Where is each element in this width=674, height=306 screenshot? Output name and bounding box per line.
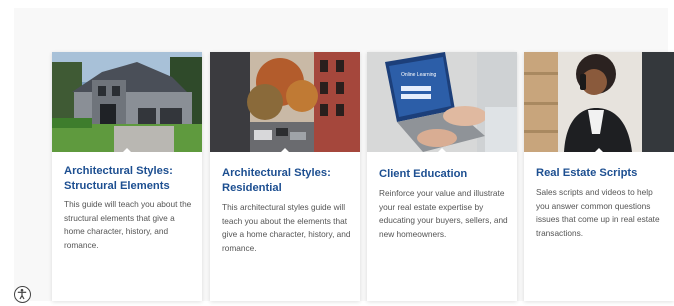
card-title[interactable]: Client Education <box>379 167 509 182</box>
laptop-screen-heading: Online Learning <box>401 72 437 78</box>
card-description: Reinforce your value and illustrate your… <box>379 188 508 239</box>
resource-cards: Architectural Styles: Structural Element… <box>52 52 674 301</box>
card-description: This guide will teach you about the stru… <box>64 199 192 250</box>
accessibility-icon <box>17 288 27 300</box>
card-notch <box>436 148 448 154</box>
card-notch <box>279 148 291 154</box>
card-residential[interactable]: Architectural Styles: Residential This a… <box>210 52 360 301</box>
card-title[interactable]: Architectural Styles: Structural Element… <box>64 164 194 194</box>
street-photo[interactable] <box>210 52 360 152</box>
card-structural-elements[interactable]: Architectural Styles: Structural Element… <box>52 52 202 301</box>
card-real-estate-scripts[interactable]: Real Estate Scripts Sales scripts and vi… <box>524 52 674 301</box>
card-notch <box>121 148 133 154</box>
card-title[interactable]: Real Estate Scripts <box>536 166 666 181</box>
laptop-photo[interactable]: Online Learning <box>367 52 517 152</box>
card-description: Sales scripts and videos to help you ans… <box>536 187 660 238</box>
card-client-education[interactable]: Online Learning Client Education Reinfor… <box>367 52 517 301</box>
accessibility-button[interactable] <box>14 286 31 303</box>
card-title[interactable]: Architectural Styles: Residential <box>222 166 352 196</box>
card-notch <box>593 148 605 154</box>
card-description: This architectural styles guide will tea… <box>222 202 351 253</box>
businesswoman-photo[interactable] <box>524 52 674 152</box>
house-photo[interactable] <box>52 52 202 152</box>
